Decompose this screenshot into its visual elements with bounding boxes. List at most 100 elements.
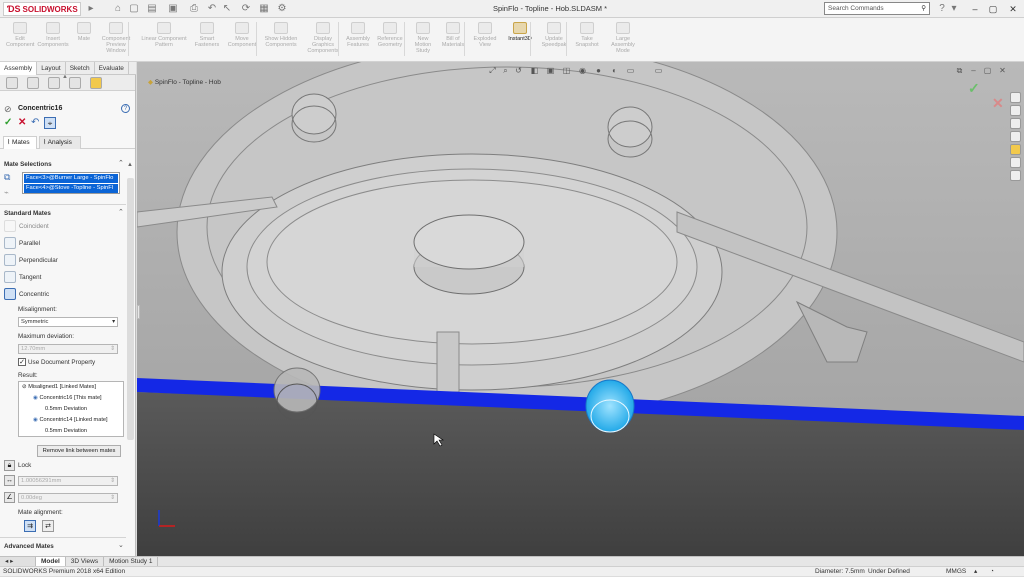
undo-icon[interactable]: ↶ [206, 3, 218, 15]
advanced-mates-header[interactable]: Advanced Mates [4, 543, 54, 550]
maximize-button[interactable]: ▢ [986, 3, 1000, 15]
minimize-button[interactable]: – [968, 3, 982, 15]
command-smart-fasteners[interactable]: Smart Fasteners [192, 22, 222, 48]
feature-tree-icon[interactable] [6, 77, 18, 89]
command-exploded-view[interactable]: Exploded View [470, 22, 500, 48]
viewport-restore-icon[interactable]: ⧉ [955, 66, 964, 75]
tab-evaluate[interactable]: Evaluate [95, 62, 129, 75]
task-pane-home-icon[interactable] [1010, 92, 1021, 103]
configuration-manager-icon[interactable] [48, 77, 60, 89]
previous-view-icon[interactable]: ↺ [514, 66, 523, 75]
tab-mates[interactable]: ⌇ Mates [3, 136, 37, 149]
tab-nav-arrows[interactable]: ◂ ▸ [0, 557, 36, 566]
help-icon[interactable]: ? [936, 3, 948, 15]
task-pane-properties-icon[interactable] [1010, 157, 1021, 168]
task-pane-appearances-icon[interactable] [1010, 144, 1021, 155]
panel-scrollbar[interactable] [127, 178, 134, 440]
selection-item[interactable]: Face<3>@Burner Large - SpinFlo [24, 174, 118, 183]
zoom-area-icon[interactable]: ⌕ [501, 66, 510, 75]
open-icon[interactable]: ▤ [146, 3, 158, 15]
dimxpert-icon[interactable] [69, 77, 81, 89]
angle-field[interactable]: 0.00deg ⇕ [18, 493, 118, 503]
zoom-to-fit-icon[interactable]: ⤢ [488, 66, 497, 75]
breadcrumb[interactable]: ◆ SpinFlo - Topline - Hob [148, 78, 221, 86]
remove-link-button[interactable]: Remove link between mates [37, 445, 121, 457]
use-doc-property-checkbox[interactable]: ✓ [18, 358, 26, 366]
misalignment-select[interactable]: Symmetric ▾ [18, 317, 118, 327]
panel-splitter[interactable] [137, 305, 140, 319]
command-display-graphics-components[interactable]: Display Graphics Components [304, 22, 342, 54]
command-large-assembly-mode[interactable]: Large Assembly Mode [604, 22, 642, 54]
command-linear-component-pattern[interactable]: Linear Component Pattern [136, 22, 192, 48]
tree-item-misaligned[interactable]: ⊘ Misaligned1 [Linked Mates] [22, 384, 96, 390]
viewport-maximize-icon[interactable]: ▢ [983, 66, 992, 75]
view-settings-icon[interactable]: ▭ [626, 66, 635, 75]
aligned-button[interactable]: ⇉ [24, 520, 36, 532]
expand-chevron-icon[interactable]: ⌄ [118, 541, 124, 549]
accept-check-icon[interactable]: ✓ [968, 80, 980, 97]
help-dropdown-icon[interactable]: ▾ [948, 3, 960, 15]
tab-analysis[interactable]: ⌇ Analysis [39, 136, 81, 149]
tab-3d-views[interactable]: 3D Views [66, 557, 105, 566]
hide-show-icon[interactable]: ◉ [578, 66, 587, 75]
viewport-minimize-icon[interactable]: – [969, 66, 978, 75]
rebuild-icon[interactable]: ⟳ [240, 3, 252, 15]
undo-mate-icon[interactable]: ↶ [31, 117, 39, 128]
collapse-chevron-icon[interactable]: ⌃ [118, 208, 124, 216]
display-style-icon[interactable]: ◫ [562, 66, 571, 75]
file-properties-icon[interactable]: ▦ [258, 3, 270, 15]
command-new-motion-study[interactable]: New Motion Study [410, 22, 436, 54]
section-view-icon[interactable]: ◧ [530, 66, 539, 75]
max-deviation-field[interactable]: 12.70mm ⇕ [18, 344, 118, 354]
command-assembly-features[interactable]: Assembly Features [344, 22, 372, 48]
ok-check-icon[interactable]: ✓ [4, 117, 12, 128]
distance-field[interactable]: 1.00056291mm ⇕ [18, 476, 118, 486]
tree-item-concentric14[interactable]: ◉ Concentric14 [Linked mate] [33, 417, 108, 423]
task-pane-explorer-icon[interactable] [1010, 131, 1021, 142]
command-show-hidden-components[interactable]: Show Hidden Components [262, 22, 300, 48]
viewport-close-icon[interactable]: ✕ [998, 66, 1007, 75]
solidworks-logo[interactable]: ƊS SOLIDWORKS [3, 2, 81, 16]
graphics-area[interactable] [137, 62, 1024, 556]
tab-motion-study[interactable]: Motion Study 1 [104, 557, 159, 566]
property-manager-icon[interactable] [27, 77, 39, 89]
mate-concentric[interactable]: Concentric [19, 291, 49, 298]
scene-icon[interactable]: ◐ [610, 66, 619, 75]
mate-coincident[interactable]: Coincident [19, 223, 49, 230]
edit-appearance-icon[interactable]: ● [594, 66, 603, 75]
pin-selection-icon[interactable]: ⌁ [4, 188, 9, 197]
command-insert-components[interactable]: Insert Components [36, 22, 70, 48]
tab-assembly[interactable]: Assembly [0, 62, 38, 75]
task-pane-custom-icon[interactable] [1010, 170, 1021, 181]
result-tree[interactable]: ⊘ Misaligned1 [Linked Mates] ◉ Concentri… [18, 381, 124, 437]
scroll-up-icon[interactable]: ▲ [127, 162, 133, 168]
search-commands-input[interactable]: Search Commands ⚲ [824, 2, 930, 15]
save-icon[interactable]: ▣ [167, 3, 179, 15]
command-move-component[interactable]: Move Component [224, 22, 260, 48]
view-orientation-icon[interactable]: ▣ [546, 66, 555, 75]
display-manager-icon[interactable] [90, 77, 102, 89]
pin-icon[interactable]: ⌖ [44, 117, 56, 129]
mate-selections-list[interactable]: Face<3>@Burner Large - SpinFlo Face<4>@S… [22, 172, 120, 194]
cancel-x-icon[interactable]: ✕ [992, 95, 1004, 112]
command-reference-geometry[interactable]: Reference Geometry [374, 22, 406, 48]
display-pane-icon[interactable]: ▭ [654, 66, 663, 75]
anti-aligned-button[interactable]: ⇄ [42, 520, 54, 532]
collapse-chevron-icon[interactable]: ⌃ [118, 159, 124, 167]
task-pane-library-icon[interactable] [1010, 118, 1021, 129]
tab-sketch[interactable]: Sketch [66, 62, 95, 75]
tree-item-concentric16[interactable]: ◉ Concentric16 [This mate] [33, 395, 102, 401]
flyout-arrow-icon[interactable]: ▸ [85, 3, 97, 15]
close-button[interactable]: ✕ [1006, 3, 1020, 15]
selection-item[interactable]: Face<4>@Stove -Topline - SpinFl [24, 184, 118, 193]
tab-model[interactable]: Model [36, 557, 66, 566]
mate-perpendicular[interactable]: Perpendicular [19, 257, 58, 264]
lock-icon[interactable]: 🔒︎ [4, 460, 15, 471]
mate-tangent[interactable]: Tangent [19, 274, 41, 281]
command-edit-component[interactable]: Edit Component [6, 22, 34, 48]
command-take-snapshot[interactable]: Take Snapshot [572, 22, 602, 48]
print-icon[interactable]: ⎙ [188, 3, 200, 15]
collapse-arrow-icon[interactable]: ▲ [62, 75, 68, 80]
help-circle-icon[interactable]: ? [121, 104, 130, 113]
select-icon[interactable]: ↖ [221, 3, 233, 15]
